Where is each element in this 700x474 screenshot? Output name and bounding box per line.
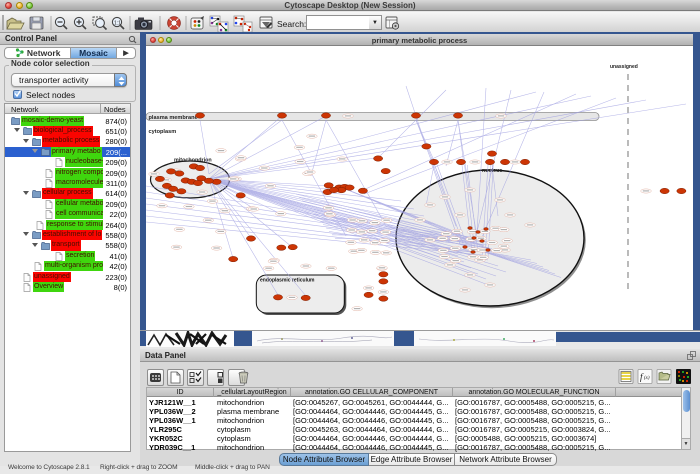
svg-text:plasma membrane: plasma membrane [149, 115, 198, 121]
svg-text:1:1: 1:1 [114, 21, 121, 27]
svg-text:cytoplasm: cytoplasm [149, 129, 177, 135]
svg-text:(x): (x) [644, 376, 650, 381]
svg-text:mitochondrion: mitochondrion [174, 158, 212, 164]
svg-text:unassigned: unassigned [610, 64, 638, 70]
